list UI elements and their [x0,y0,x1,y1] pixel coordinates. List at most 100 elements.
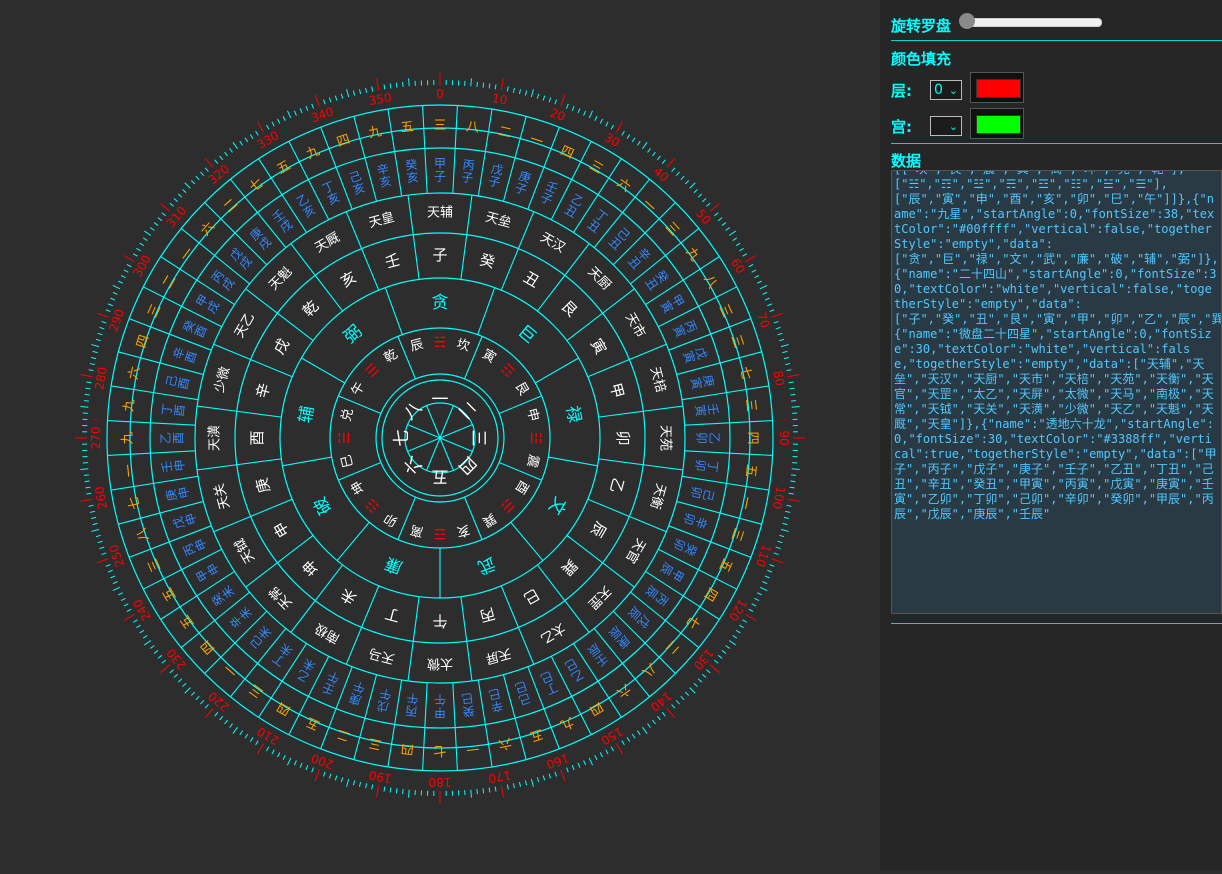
degree-tick [790,487,795,488]
degree-tick [140,243,144,246]
degree-tick [477,82,478,87]
trigram-symbol: ☶ [497,361,517,381]
number-ring-item: 四 [745,431,760,444]
number-divider [730,453,773,455]
degree-tick [347,779,349,787]
star24: 天汉 [537,230,567,256]
degree-tick [160,203,169,211]
palace-color-picker[interactable] [970,108,1024,139]
luopan-compass[interactable]: 0102030405060708090100110120130140150160… [0,0,880,870]
degree-tick [306,106,308,111]
degree-tick [100,547,105,549]
degree-label: 320 [206,162,233,187]
dragon60: 巳 [487,686,502,702]
degree-tick [323,772,325,777]
degree-tick [89,505,94,506]
degree-tick [662,712,665,716]
star24: 天市 [622,310,649,341]
trigram-branch: 巳 [339,453,357,469]
layer-color-picker[interactable] [970,72,1024,103]
degree-tick [555,772,557,777]
degree-tick [676,700,679,704]
dragon60: 酉 [176,376,192,391]
degree-tick [495,787,496,792]
degree-tick [96,339,101,340]
dragon60: 申 [183,511,200,527]
degree-tick [162,660,166,663]
rotate-slider-track[interactable] [965,18,1102,27]
compass-canvas[interactable]: 0102030405060708090100110120130140150160… [0,0,880,870]
degree-tick [694,189,698,192]
degree-tick [220,716,223,720]
degree-tick [91,357,96,358]
rotate-compass-label: 旋转罗盘 [891,15,951,36]
degree-tick [200,700,203,704]
star24: 天钺 [232,535,258,565]
degree-tick [106,310,111,312]
dragon60: 巳 [461,691,474,706]
degree-tick [335,776,336,781]
center-number: 六 [400,452,426,478]
mountain-divider [501,249,518,291]
mountain: 巽 [558,556,581,579]
degree-tick [584,111,586,116]
mountain-divider [362,586,379,628]
layer-select[interactable]: 0 ⌄ [930,80,962,100]
dragon-divider [150,451,195,453]
mountain: 酉 [248,430,266,445]
star24: 天厩 [312,230,342,256]
degree-tick [785,511,790,512]
divider [891,143,1222,144]
trigram-symbol: ☷ [363,495,383,515]
degree-tick [617,744,623,754]
degree-tick [150,228,154,231]
degree-label: 130 [691,646,716,673]
degree-tick [353,781,354,786]
number-ring-item: 五 [400,120,415,136]
degree-tick [702,198,706,201]
center-number: 八 [400,398,426,424]
degree-tick [170,670,174,673]
dragon60: 寅 [693,404,709,418]
degree-tick [277,119,279,123]
degree-tick [513,88,514,93]
mountain-divider [599,459,644,465]
mountain: 癸 [478,251,497,272]
degree-tick [89,370,94,371]
degree-label: 70 [754,311,772,330]
mountain: 申 [270,518,293,540]
degree-tick [118,281,122,283]
dragon-divider [453,148,455,193]
degree-tick [755,598,759,600]
dragon-divider [160,363,203,375]
number-ring-item: 九 [367,124,383,141]
degree-tick [372,87,373,92]
palace-label: 宫: [891,116,912,137]
degree-label: 0 [436,87,444,101]
degree-tick [121,598,125,600]
data-textarea[interactable]: [["坎","艮","震","巽","离","坤","兑","乾"], ["☵"… [891,170,1222,614]
degree-label: 90 [777,430,791,445]
degree-tick [736,243,740,246]
star-divider [385,288,402,335]
degree-tick [250,134,253,138]
degree-label: 280 [92,366,110,391]
degree-tick [341,777,342,782]
degree-tick [294,760,296,765]
degree-tick [196,176,199,180]
degree-tick [80,407,88,408]
data-text: [["坎","艮","震","巽","离","坤","兑","乾"], ["☵"… [892,170,1221,522]
trigram-branch: 卯 [382,510,401,530]
dragon60: 申 [176,485,192,500]
degree-tick [690,688,696,694]
degree-tick [790,394,795,395]
degree-tick [525,91,526,96]
rotate-slider-thumb[interactable] [959,13,975,29]
degree-tick [143,635,147,638]
degree-tick [584,760,586,765]
mountain-divider [251,360,293,377]
palace-select[interactable]: ⌄ [930,116,962,136]
number-divider [572,696,592,734]
degree-tick [102,553,107,555]
number-ring-item: 三 [433,119,446,134]
